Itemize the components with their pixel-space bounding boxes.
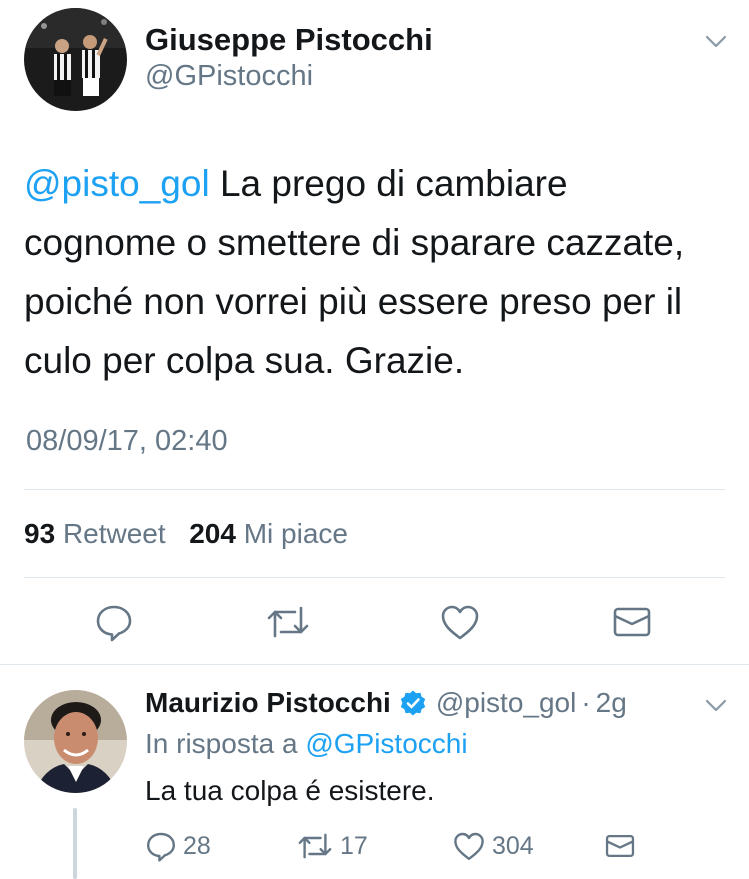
reply-text: La tua colpa é esistere. xyxy=(145,775,435,806)
like-count[interactable]: 204 xyxy=(189,518,236,549)
tweet-text: @pisto_gol La prego di cambiare cognome … xyxy=(24,154,724,390)
tweet-timestamp[interactable]: 08/09/17, 02:40 xyxy=(26,425,228,458)
reply-reply-button[interactable]: 28 xyxy=(145,830,211,862)
thread-line xyxy=(73,808,77,879)
divider xyxy=(24,489,725,490)
in-reply-handle[interactable]: @GPistocchi xyxy=(305,728,467,759)
divider xyxy=(0,664,749,665)
direct-message-button[interactable] xyxy=(608,598,656,646)
author-name[interactable]: Giuseppe Pistocchi xyxy=(145,22,433,58)
author-avatar[interactable] xyxy=(24,8,127,111)
reply-like-button[interactable]: 304 xyxy=(452,830,534,862)
avatar-photo-man xyxy=(24,690,127,793)
retweet-arrows-icon xyxy=(267,606,309,638)
envelope-icon xyxy=(605,834,635,858)
in-reply-to: In risposta a @GPistocchi xyxy=(145,728,468,760)
speech-bubble-icon xyxy=(147,832,175,862)
heart-icon xyxy=(441,605,479,640)
in-reply-prefix: In risposta a xyxy=(145,728,298,759)
chevron-down-icon[interactable] xyxy=(703,692,729,718)
engagement-counts: 93 Retweet 204 Mi piace xyxy=(24,518,348,550)
like-label[interactable]: Mi piace xyxy=(244,518,348,549)
retweet-count[interactable]: 93 xyxy=(24,518,55,549)
avatar-photo-football-players xyxy=(24,8,127,111)
meta-separator: · xyxy=(581,687,591,718)
tweet-mention[interactable]: @pisto_gol xyxy=(24,163,210,204)
reply-age[interactable]: 2g xyxy=(596,687,627,719)
reply-header: Maurizio Pistocchi @pisto_gol · 2g xyxy=(145,687,627,719)
reply-author-name[interactable]: Maurizio Pistocchi xyxy=(145,687,391,719)
retweet-arrows-icon xyxy=(298,833,332,859)
reply-like-count: 304 xyxy=(492,831,534,860)
retweet-button[interactable] xyxy=(264,598,312,646)
reply-author-handle[interactable]: @pisto_gol xyxy=(436,687,577,719)
retweet-label[interactable]: Retweet xyxy=(63,518,166,549)
like-button[interactable] xyxy=(436,598,484,646)
chevron-down-icon[interactable] xyxy=(703,28,729,54)
reply-reply-count: 28 xyxy=(183,831,211,860)
reply-author-avatar[interactable] xyxy=(24,690,127,793)
verified-badge-icon xyxy=(399,689,427,717)
reply-dm-button[interactable] xyxy=(604,832,636,860)
reply-button[interactable] xyxy=(90,598,138,646)
envelope-icon xyxy=(613,607,651,637)
reply-retweet-count: 17 xyxy=(340,831,368,860)
divider xyxy=(24,577,725,578)
reply-retweet-button[interactable]: 17 xyxy=(296,830,368,862)
heart-icon xyxy=(454,832,484,860)
speech-bubble-icon xyxy=(96,605,132,642)
author-handle[interactable]: @GPistocchi xyxy=(145,60,313,93)
